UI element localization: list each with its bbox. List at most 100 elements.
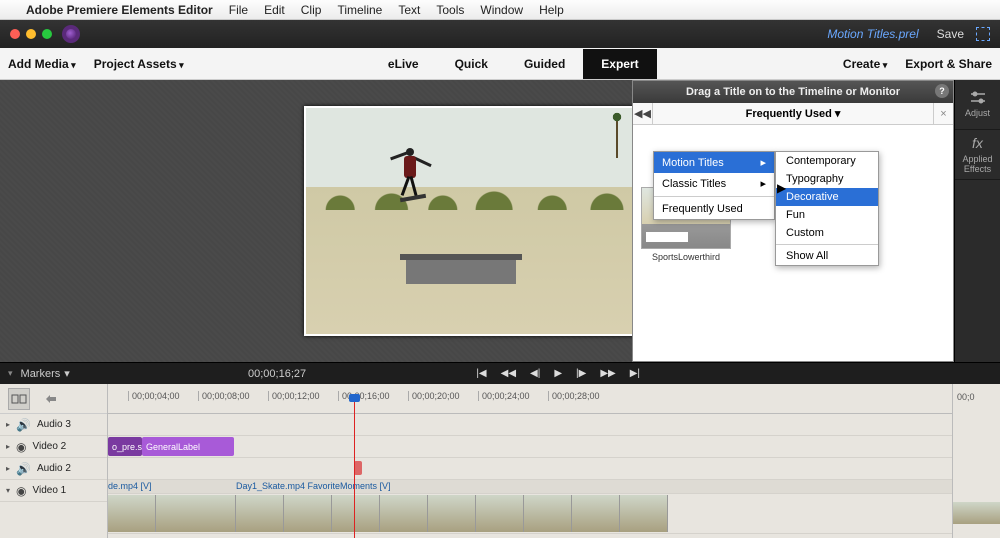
markers-dropdown[interactable]: Markers ▾ xyxy=(0,367,78,380)
create-button[interactable]: Create xyxy=(843,57,887,71)
menu-help[interactable]: Help xyxy=(539,3,564,17)
step-fwd-icon[interactable]: |▶ xyxy=(576,368,586,379)
adjust-panel-button[interactable]: Adjust xyxy=(955,80,1000,130)
app-logo-icon xyxy=(62,25,80,43)
flyout1-classic-titles[interactable]: Classic Titles▸ xyxy=(654,173,774,194)
traffic-lights[interactable] xyxy=(10,29,52,39)
speaker-icon[interactable]: 🔊 xyxy=(16,462,31,476)
fx-icon: fx xyxy=(972,135,983,151)
zoom-window-icon[interactable] xyxy=(42,29,52,39)
titles-breadcrumb[interactable]: Frequently Used ▾ xyxy=(653,107,933,120)
save-button[interactable]: Save xyxy=(937,27,964,41)
macos-menubar: Adobe Premiere Elements Editor File Edit… xyxy=(0,0,1000,20)
menu-text[interactable]: Text xyxy=(398,3,420,17)
selection-tool-icon[interactable] xyxy=(8,388,30,410)
ruler-tick: 00;00;04;00 xyxy=(128,391,180,401)
track-lane-audio2[interactable] xyxy=(108,458,952,480)
timeline-ruler[interactable]: 00;00;04;00 00;00;08;00 00;00;12;00 00;0… xyxy=(108,384,952,414)
adjust-label: Adjust xyxy=(965,108,990,118)
timeline-tracks-area[interactable]: 00;00;04;00 00;00;08;00 00;00;12;00 00;0… xyxy=(108,384,952,538)
play-icon[interactable]: ▶ xyxy=(554,368,562,379)
applied-effects-button[interactable]: fx Applied Effects xyxy=(955,130,1000,180)
program-monitor[interactable] xyxy=(304,106,650,336)
clip-v2b[interactable]: GeneralLabel xyxy=(142,437,234,456)
ruler-tick-right: 00;0 xyxy=(953,384,1000,410)
clip-label-v1a: de.mp4 [V] xyxy=(108,481,152,491)
clip-thumb[interactable] xyxy=(236,495,284,532)
clip-thumb[interactable] xyxy=(524,495,572,532)
menu-clip[interactable]: Clip xyxy=(301,3,322,17)
track-header-audio3[interactable]: ▸🔊Audio 3 xyxy=(0,414,107,436)
ruler-tick: 00;00;28;00 xyxy=(548,391,600,401)
prev-edit-icon[interactable]: ◀◀ xyxy=(501,368,516,379)
track-select-tool-icon[interactable] xyxy=(40,388,62,410)
timeline: ▸🔊Audio 3 ▸◉Video 2 ▸🔊Audio 2 ▾◉Video 1 … xyxy=(0,384,1000,538)
flyout2-contemporary[interactable]: Contemporary xyxy=(776,152,878,170)
flyout1-motion-titles[interactable]: Motion Titles▸ xyxy=(654,152,774,173)
window-titlebar: Motion Titles.prel Save xyxy=(0,20,1000,48)
close-window-icon[interactable] xyxy=(10,29,20,39)
track-lane-audio3[interactable] xyxy=(108,414,952,436)
flyout1-frequently-used[interactable]: Frequently Used xyxy=(654,199,774,219)
goto-start-icon[interactable]: |◀ xyxy=(476,368,486,379)
workspace-tabs: eLive Quick Guided Expert xyxy=(184,49,843,79)
clip-thumb[interactable] xyxy=(476,495,524,532)
titles-panel-close-icon[interactable]: ? xyxy=(935,84,949,98)
flyout2-custom[interactable]: Custom xyxy=(776,224,878,242)
clip-thumb[interactable] xyxy=(156,495,236,532)
project-assets-button[interactable]: Project Assets xyxy=(94,57,184,71)
export-share-button[interactable]: Export & Share xyxy=(905,57,992,71)
titles-back-icon[interactable]: ◀◀ xyxy=(633,103,653,124)
ruler-tick: 00;00;12;00 xyxy=(268,391,320,401)
track-header-video2[interactable]: ▸◉Video 2 xyxy=(0,436,107,458)
applied-effects-label: Applied Effects xyxy=(962,154,992,174)
ruler-tick: 00;00;24;00 xyxy=(478,391,530,401)
clip-thumb[interactable] xyxy=(108,495,156,532)
add-media-button[interactable]: Add Media xyxy=(8,57,76,71)
titles-panel: Drag a Title on to the Timeline or Monit… xyxy=(632,80,954,362)
fullscreen-icon[interactable] xyxy=(976,27,990,41)
titles-subcategory-flyout: Contemporary Typography Decorative Fun C… xyxy=(775,151,879,266)
flyout2-typography[interactable]: Typography xyxy=(776,170,878,188)
clip-thumb[interactable] xyxy=(953,502,1000,524)
clip-thumb[interactable] xyxy=(332,495,380,532)
tab-quick[interactable]: Quick xyxy=(437,49,506,79)
menu-edit[interactable]: Edit xyxy=(264,3,285,17)
flyout2-show-all[interactable]: Show All xyxy=(776,247,878,265)
track-header-audio2[interactable]: ▸🔊Audio 2 xyxy=(0,458,107,480)
tab-elive[interactable]: eLive xyxy=(370,49,437,79)
clip-thumb[interactable] xyxy=(284,495,332,532)
clip-v2a[interactable]: o_pre.s xyxy=(108,437,142,456)
goto-end-icon[interactable]: ▶| xyxy=(630,368,640,379)
track-lane-video2[interactable]: o_pre.s GeneralLabel xyxy=(108,436,952,458)
step-back-icon[interactable]: ◀| xyxy=(530,368,540,379)
clip-thumb[interactable] xyxy=(572,495,620,532)
playhead[interactable] xyxy=(354,400,355,538)
titles-clear-icon[interactable]: × xyxy=(933,103,953,124)
menu-window[interactable]: Window xyxy=(480,3,523,17)
marker-icon[interactable] xyxy=(354,461,362,475)
flyout2-decorative[interactable]: Decorative xyxy=(776,188,878,206)
eye-icon[interactable]: ◉ xyxy=(16,440,26,454)
next-edit-icon[interactable]: ▶▶ xyxy=(600,368,615,379)
ruler-tick: 00;00;08;00 xyxy=(198,391,250,401)
tab-guided[interactable]: Guided xyxy=(506,49,583,79)
track-header-video1[interactable]: ▾◉Video 1 xyxy=(0,480,107,502)
tab-expert[interactable]: Expert xyxy=(583,49,656,79)
track-lane-video1[interactable] xyxy=(108,494,952,534)
minimize-window-icon[interactable] xyxy=(26,29,36,39)
speaker-icon[interactable]: 🔊 xyxy=(16,418,31,432)
timeline-track-headers: ▸🔊Audio 3 ▸◉Video 2 ▸🔊Audio 2 ▾◉Video 1 xyxy=(0,384,108,538)
eye-icon[interactable]: ◉ xyxy=(16,484,26,498)
menu-tools[interactable]: Tools xyxy=(436,3,464,17)
clip-thumb[interactable] xyxy=(428,495,476,532)
mouse-cursor-icon: ▶ xyxy=(777,181,786,195)
menu-file[interactable]: File xyxy=(229,3,248,17)
current-timecode: 00;00;16;27 xyxy=(78,368,477,380)
clip-thumb[interactable] xyxy=(620,495,668,532)
clip-thumb[interactable] xyxy=(380,495,428,532)
app-name[interactable]: Adobe Premiere Elements Editor xyxy=(26,3,213,17)
titles-panel-header-text: Drag a Title on to the Timeline or Monit… xyxy=(686,86,900,98)
menu-timeline[interactable]: Timeline xyxy=(337,3,382,17)
flyout2-fun[interactable]: Fun xyxy=(776,206,878,224)
